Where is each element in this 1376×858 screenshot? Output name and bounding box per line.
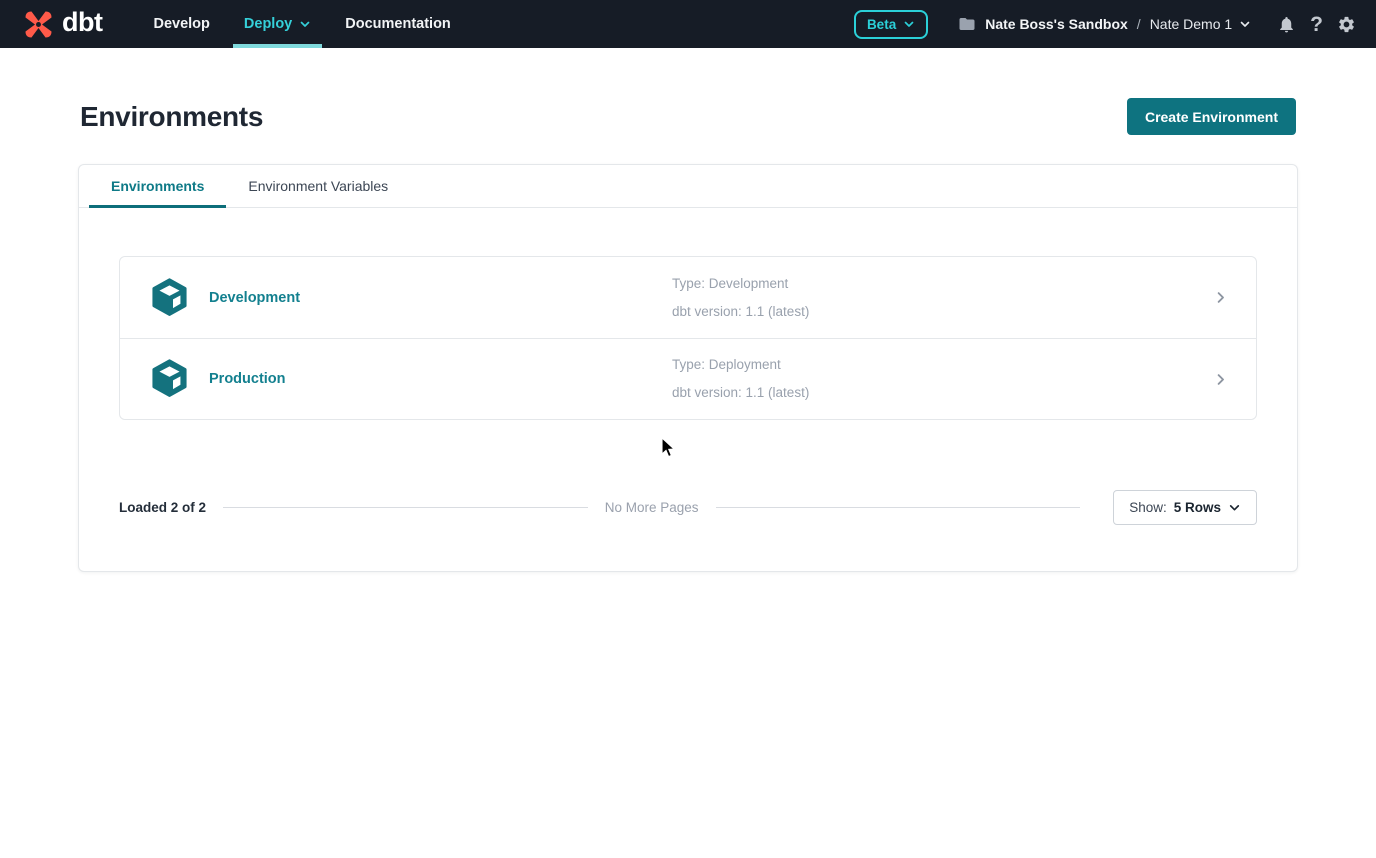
brand-wordmark: dbt (62, 9, 102, 40)
project-selector[interactable]: Nate Demo 1 (1150, 16, 1251, 32)
divider-line (716, 507, 1081, 508)
nav-right-group: Beta Nate Boss's Sandbox / Nate Demo 1 ? (854, 10, 1356, 39)
top-navigation: dbt Develop Deploy Documentation Beta Na… (0, 0, 1376, 48)
beta-label: Beta (867, 17, 896, 32)
show-label: Show: (1129, 500, 1167, 515)
chevron-down-icon (1239, 18, 1251, 30)
nav-item-documentation[interactable]: Documentation (328, 0, 468, 48)
breadcrumb-separator: / (1137, 16, 1141, 32)
environment-row-development[interactable]: Development Type: Development dbt versio… (120, 257, 1256, 338)
environment-row-production[interactable]: Production Type: Deployment dbt version:… (120, 338, 1256, 419)
card-tabs: Environments Environment Variables (79, 165, 1297, 208)
help-icon[interactable]: ? (1310, 14, 1323, 35)
environment-cube-icon (148, 277, 191, 319)
page-header: Environments Create Environment (0, 98, 1376, 135)
pagination-footer: Loaded 2 of 2 No More Pages Show: 5 Rows (119, 490, 1257, 525)
active-nav-underline (233, 44, 322, 48)
environment-version: dbt version: 1.1 (latest) (672, 379, 809, 407)
tab-label: Environment Variables (248, 178, 388, 194)
nav-icon-group: ? (1277, 14, 1356, 35)
environment-type: Type: Development (672, 270, 809, 298)
rows-per-page-dropdown[interactable]: Show: 5 Rows (1113, 490, 1257, 525)
environment-version: dbt version: 1.1 (latest) (672, 298, 809, 326)
project-name: Nate Demo 1 (1150, 16, 1232, 32)
primary-nav: Develop Deploy Documentation (136, 0, 467, 48)
chevron-down-icon (903, 18, 915, 30)
environment-list: Development Type: Development dbt versio… (119, 256, 1257, 420)
environment-name: Production (209, 371, 286, 387)
dbt-logo[interactable]: dbt (22, 8, 102, 41)
nav-item-label: Develop (153, 16, 209, 32)
beta-dropdown-button[interactable]: Beta (854, 10, 928, 39)
environment-meta: Type: Deployment dbt version: 1.1 (lates… (672, 351, 809, 407)
page-title: Environments (80, 101, 263, 133)
environment-meta: Type: Development dbt version: 1.1 (late… (672, 270, 809, 326)
nav-item-label: Deploy (244, 16, 292, 32)
environment-name: Development (209, 290, 300, 306)
environment-type: Type: Deployment (672, 351, 809, 379)
divider-line (223, 507, 588, 508)
nav-item-label: Documentation (345, 16, 451, 32)
chevron-right-icon (1213, 290, 1228, 305)
chevron-right-icon (1213, 372, 1228, 387)
tab-environments[interactable]: Environments (89, 165, 226, 207)
active-tab-underline (89, 205, 226, 208)
account-name[interactable]: Nate Boss's Sandbox (985, 16, 1128, 32)
environment-cube-icon (148, 358, 191, 400)
chevron-down-icon (1228, 501, 1241, 514)
create-environment-button[interactable]: Create Environment (1127, 98, 1296, 135)
notifications-bell-icon[interactable] (1277, 15, 1296, 34)
nav-item-develop[interactable]: Develop (136, 0, 226, 48)
settings-gear-icon[interactable] (1337, 15, 1356, 34)
rows-per-page-value: 5 Rows (1174, 500, 1221, 515)
card-body: Development Type: Development dbt versio… (79, 208, 1297, 571)
environments-card: Environments Environment Variables Devel… (78, 164, 1298, 572)
chevron-down-icon (299, 18, 311, 30)
tab-label: Environments (111, 178, 204, 194)
no-more-pages-label: No More Pages (605, 500, 699, 515)
tab-environment-variables[interactable]: Environment Variables (226, 165, 410, 207)
folder-icon (958, 15, 976, 33)
account-breadcrumb: Nate Boss's Sandbox / Nate Demo 1 (958, 15, 1251, 33)
dbt-logo-icon (22, 8, 55, 41)
nav-item-deploy[interactable]: Deploy (227, 0, 328, 48)
loaded-count: Loaded 2 of 2 (119, 500, 206, 515)
